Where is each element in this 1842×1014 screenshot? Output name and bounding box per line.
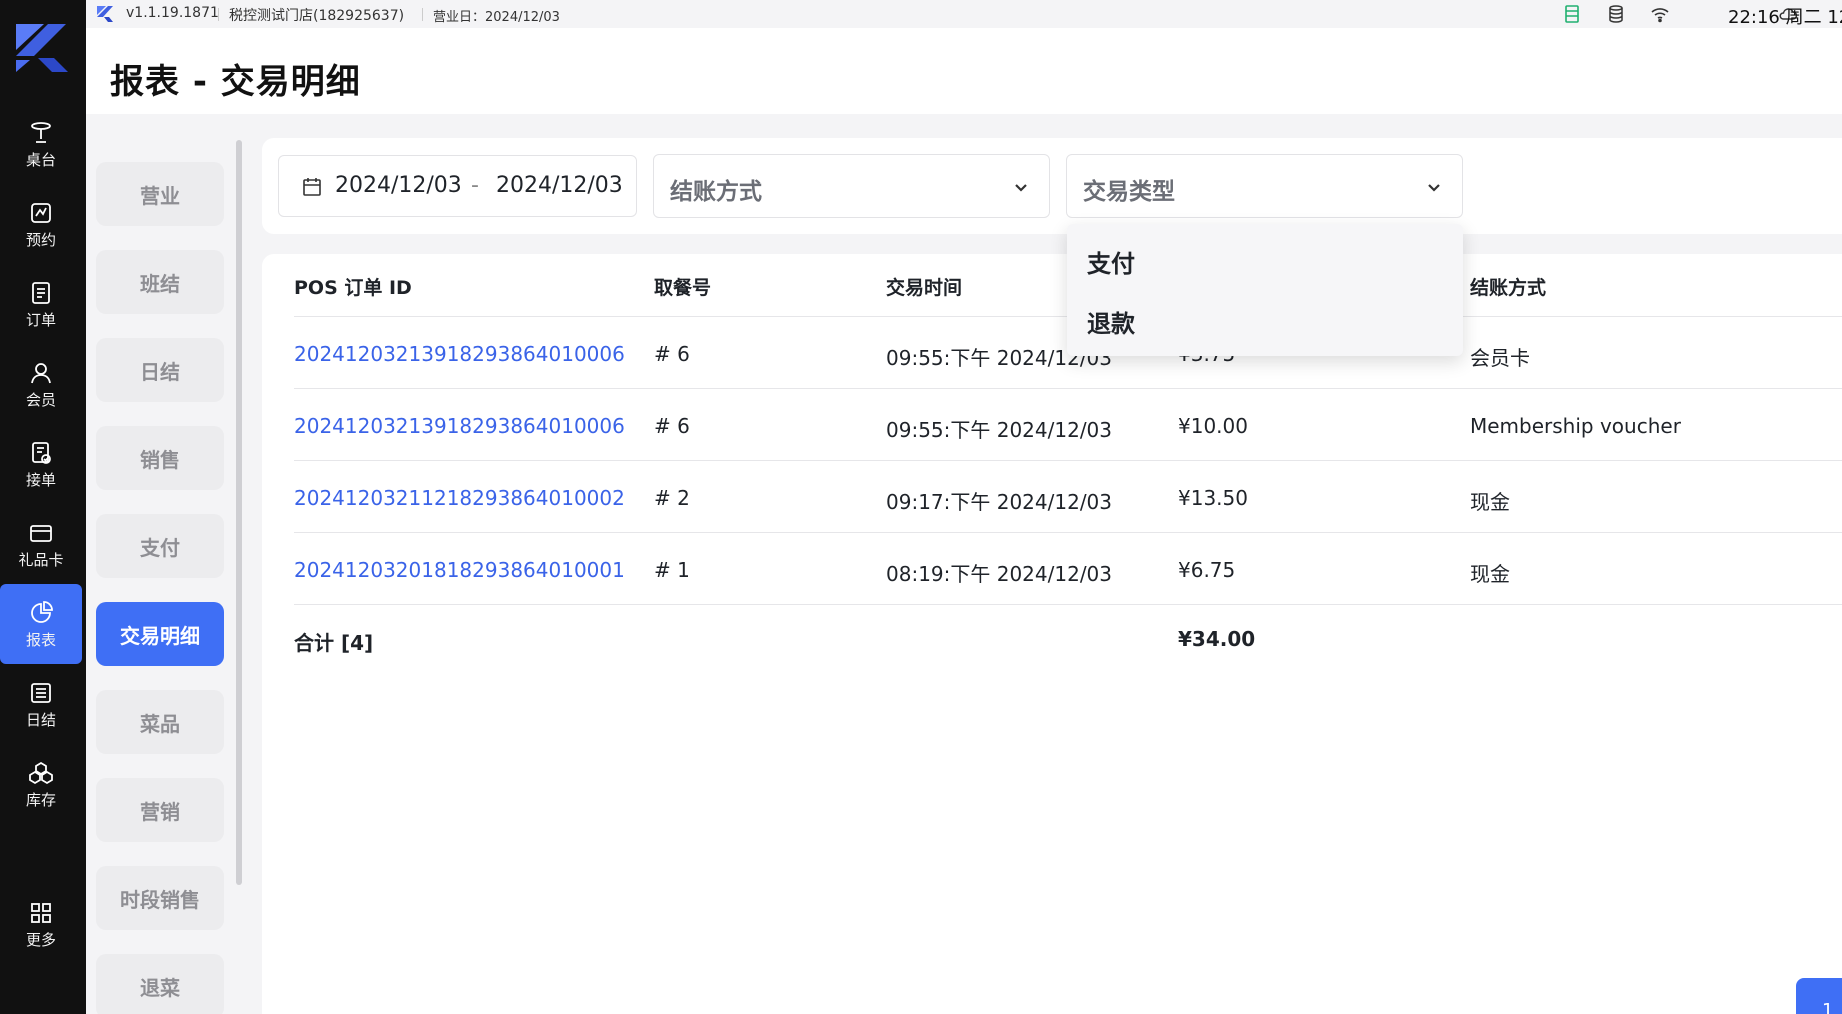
date-separator: - xyxy=(471,173,479,198)
page-title: 报表 - 交易明细 xyxy=(110,62,361,102)
calendar-icon xyxy=(303,178,321,196)
amount: ¥6.75 xyxy=(1178,558,1236,582)
store-name: 税控测试门店(182925637) xyxy=(229,8,405,24)
row-divider xyxy=(294,460,1842,461)
database-icon[interactable] xyxy=(1606,4,1626,24)
order-accept-icon xyxy=(32,441,51,464)
date-end: 2024/12/03 xyxy=(496,173,623,198)
transaction-type-select[interactable]: 交易类型 xyxy=(1066,154,1463,218)
submenu-payment[interactable]: 支付 xyxy=(96,514,224,578)
transaction-time: 09:55:下午 2024/12/03 xyxy=(886,418,1113,442)
nav-item-label: 会员 xyxy=(25,390,56,409)
order-id-link[interactable]: 20241203213918293864010006 xyxy=(294,414,625,438)
divider xyxy=(422,8,423,21)
submenu-day-close[interactable]: 日结 xyxy=(96,338,224,402)
row-divider xyxy=(294,532,1842,533)
payment-method: 会员卡 xyxy=(1470,346,1530,370)
nav-item-label: 库存 xyxy=(25,790,56,809)
nav-item-label: 预约 xyxy=(25,230,56,249)
payment-method: 现金 xyxy=(1470,490,1510,514)
payment-method: 现金 xyxy=(1470,562,1510,586)
order-id-link[interactable]: 20241203201818293864010001 xyxy=(294,558,625,582)
nav-item-label: 订单 xyxy=(25,310,56,329)
submenu-scrollbar[interactable] xyxy=(236,140,242,885)
order-id-link[interactable]: 20241203211218293864010002 xyxy=(294,486,625,510)
nav-item-more[interactable]: 更多 xyxy=(0,884,82,964)
app-version: v1.1.19.1871 xyxy=(126,5,219,21)
submenu-time-sales[interactable]: 时段销售 xyxy=(96,866,224,930)
row-divider xyxy=(294,388,1842,389)
status-bar: v1.1.19.1871 税控测试门店(182925637) 营业日：2024/… xyxy=(86,0,1842,28)
submenu-dishes[interactable]: 菜品 xyxy=(96,690,224,754)
nav-item-tables[interactable]: 桌台 xyxy=(0,104,82,184)
column-header-method: 结账方式 xyxy=(1470,277,1547,299)
transaction-type-dropdown: 支付 退款 xyxy=(1067,224,1463,356)
total-label: 合计 [4] xyxy=(294,631,374,655)
page-header: 报表 - 交易明细 xyxy=(86,28,1842,114)
pickup-number: # 6 xyxy=(654,414,690,438)
card-icon xyxy=(30,524,52,542)
transaction-time: 09:17:下午 2024/12/03 xyxy=(886,490,1113,514)
table-stand-icon xyxy=(31,121,51,143)
submenu-shift-close[interactable]: 班结 xyxy=(96,250,224,314)
pickup-number: # 1 xyxy=(654,558,690,582)
nav-item-day-close[interactable]: 日结 xyxy=(0,664,82,744)
receipt-icon xyxy=(32,281,50,304)
left-rail: 桌台 预约 订单 会员 接单 礼品卡 报表 日结 库存 更多 xyxy=(0,0,86,1014)
chevron-down-icon xyxy=(1428,184,1440,192)
dropdown-option-payment[interactable]: 支付 xyxy=(1087,244,1135,279)
payment-method: Membership voucher xyxy=(1470,414,1681,438)
column-header-pickup: 取餐号 xyxy=(654,277,712,299)
transaction-time: 08:19:下午 2024/12/03 xyxy=(886,562,1113,586)
nav-item-gift-card[interactable]: 礼品卡 xyxy=(0,504,82,584)
submenu-transactions[interactable]: 交易明细 xyxy=(96,602,224,666)
chevron-down-icon xyxy=(1015,184,1027,192)
nav-item-reports[interactable]: 报表 xyxy=(0,584,82,664)
nav-item-label: 接单 xyxy=(25,470,56,489)
payment-method-select[interactable]: 结账方式 xyxy=(653,154,1050,218)
grid-icon xyxy=(31,902,51,923)
nav-item-members[interactable]: 会员 xyxy=(0,344,82,424)
column-header-time: 交易时间 xyxy=(886,277,963,299)
nav-item-label: 更多 xyxy=(25,930,56,949)
boxes-icon xyxy=(29,761,53,784)
select-placeholder: 结账方式 xyxy=(670,179,762,205)
select-placeholder: 交易类型 xyxy=(1083,179,1175,205)
nav-item-orders[interactable]: 订单 xyxy=(0,264,82,344)
nav-item-label: 桌台 xyxy=(25,150,56,169)
dropdown-option-refund[interactable]: 退款 xyxy=(1087,304,1135,339)
date-range-picker[interactable]: 2024/12/03 - 2024/12/03 xyxy=(278,155,637,217)
business-day: 营业日：2024/12/03 xyxy=(433,10,560,25)
user-icon xyxy=(31,362,51,383)
app-logo-small-icon xyxy=(97,6,113,22)
row-divider xyxy=(294,604,1842,605)
date-start: 2024/12/03 xyxy=(335,173,462,198)
nav-item-label: 礼品卡 xyxy=(18,550,64,569)
nav-item-reservations[interactable]: 预约 xyxy=(0,184,82,264)
clock: 22:16 周二 12 xyxy=(1728,7,1842,28)
submenu-marketing[interactable]: 营销 xyxy=(96,778,224,842)
column-header-order-id: POS 订单 ID xyxy=(294,277,412,299)
server-icon[interactable] xyxy=(1562,4,1582,24)
pie-chart-icon xyxy=(31,600,53,623)
floating-page-button[interactable]: 1 xyxy=(1796,978,1842,1014)
submenu-returned-dishes[interactable]: 退菜 xyxy=(96,954,224,1014)
divider xyxy=(218,8,219,21)
calendar-check-icon xyxy=(31,202,51,223)
submenu-business[interactable]: 营业 xyxy=(96,162,224,226)
nav-item-label: 报表 xyxy=(25,630,56,649)
pickup-number: # 2 xyxy=(654,486,690,510)
amount: ¥10.00 xyxy=(1178,414,1248,438)
nav-item-inventory[interactable]: 库存 xyxy=(0,744,82,824)
pickup-number: # 6 xyxy=(654,342,690,366)
submenu-sales[interactable]: 销售 xyxy=(96,426,224,490)
app-logo-icon xyxy=(16,24,68,72)
wifi-icon[interactable] xyxy=(1650,4,1670,24)
list-icon xyxy=(31,682,51,703)
nav-item-accept-orders[interactable]: 接单 xyxy=(0,424,82,504)
total-amount: ¥34.00 xyxy=(1178,627,1256,651)
amount: ¥13.50 xyxy=(1178,486,1248,510)
order-id-link[interactable]: 20241203213918293864010006 xyxy=(294,342,625,366)
nav-item-label: 日结 xyxy=(25,710,56,729)
